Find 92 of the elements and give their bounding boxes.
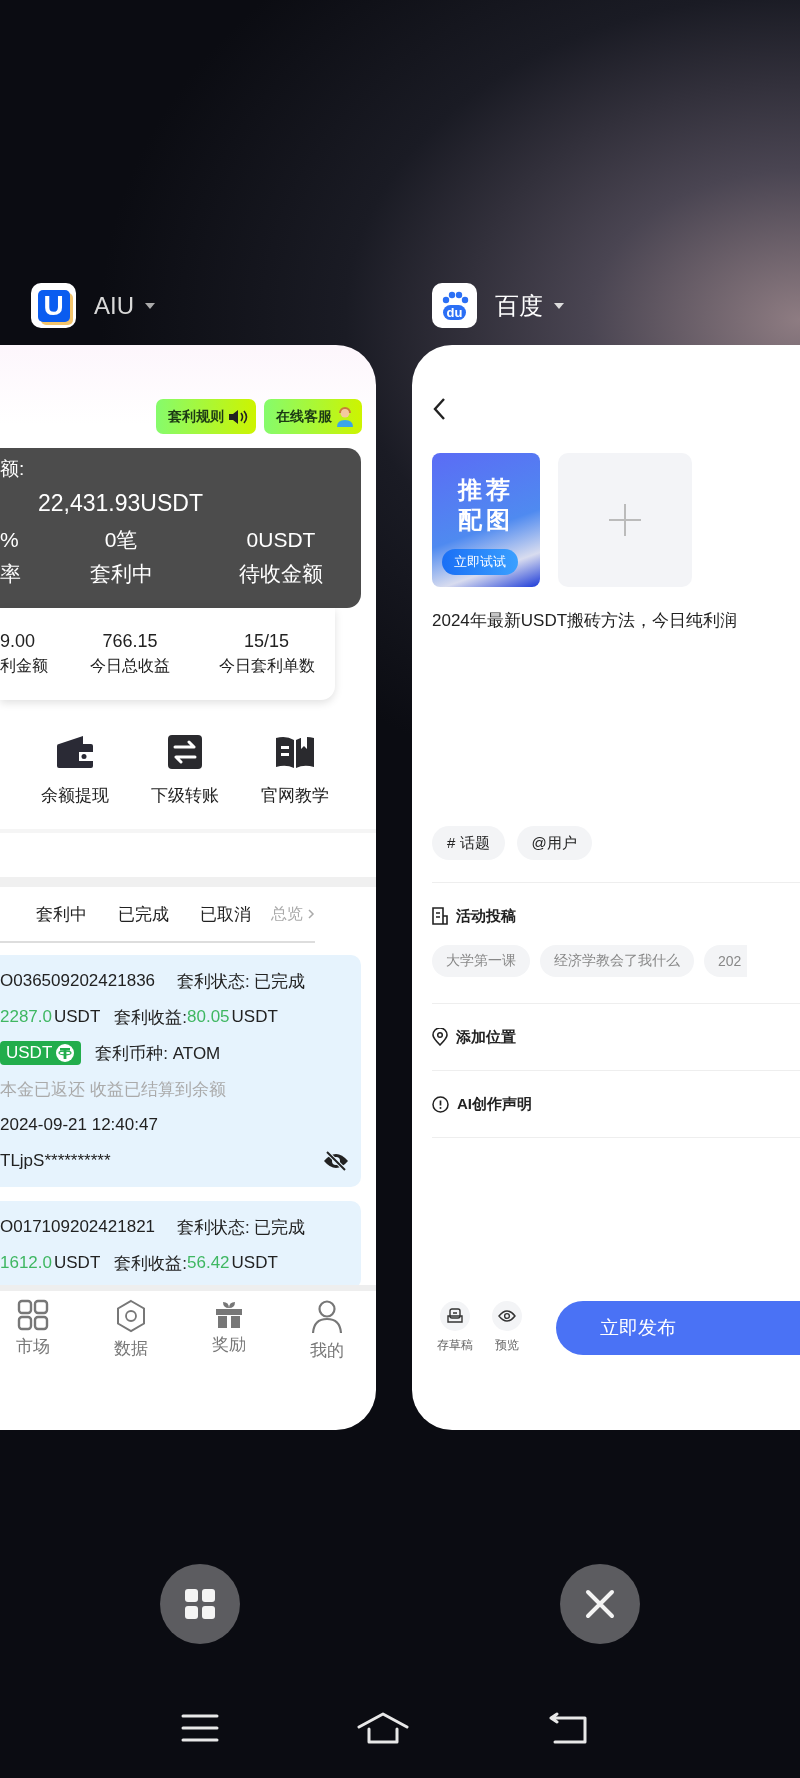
action-label[interactable]: 下级转账: [151, 784, 219, 807]
option-label[interactable]: AI创作声明: [457, 1094, 532, 1114]
header-button[interactable]: 在线客服: [264, 399, 362, 434]
option-label[interactable]: 添加位置: [456, 1027, 516, 1047]
app-preview-card[interactable]: 推荐 配图 立即试试 2024年最新USDT搬砖方法，今日纯利润 # 话题 @用户 活动投稿 大学第一课 经济学教会了我什么 202 添加位置 AI创作声明 存草稿 预览 立即发布: [412, 345, 800, 1430]
insert-chip[interactable]: # 话题: [432, 826, 505, 860]
speaker-icon: [228, 408, 248, 425]
app-logo-icon[interactable]: du: [432, 283, 477, 328]
grid-icon: [17, 1299, 49, 1331]
option-label[interactable]: 活动投稿: [456, 906, 516, 926]
tab[interactable]: 已取消: [184, 902, 267, 926]
stat-value: %: [0, 527, 19, 553]
app-preview-card[interactable]: [0, 345, 376, 1430]
transfer-icon[interactable]: [167, 734, 203, 770]
tab[interactable]: 已完成: [102, 902, 185, 926]
wallet-icon[interactable]: [55, 734, 95, 770]
coin-type: 套利币种: ATOM: [95, 1042, 221, 1065]
tile-title: 推荐 配图: [458, 475, 514, 535]
profit-label: 套利收益:: [114, 1006, 187, 1029]
preview-button[interactable]: [492, 1301, 522, 1331]
stat-label: 待收金额: [239, 561, 323, 587]
tab[interactable]: 套利中: [20, 902, 103, 926]
publish-button[interactable]: 立即发布: [556, 1300, 800, 1355]
amount-value: 2287.0: [0, 1007, 52, 1027]
order-number: O036509202421836: [0, 971, 156, 991]
order-card[interactable]: O036509202421836 套利状态: 已完成 2287.0USDT 套利收益:80.05USDT USDT 套利币种: ATOM 本金已返还 收益已结算到余额 2024-09-21 12:40:47 TLjpS**********: [0, 955, 361, 1187]
header-button[interactable]: 套利规则: [156, 399, 256, 434]
try-button[interactable]: 立即试试: [442, 549, 518, 575]
amount-unit: USDT: [54, 1253, 101, 1273]
menu-icon[interactable]: [181, 1713, 219, 1743]
order-time: 2024-09-21 12:40:47: [0, 1115, 158, 1135]
back-icon[interactable]: [432, 397, 446, 421]
user-icon: [311, 1299, 343, 1335]
stat-value: 9.00: [0, 631, 36, 652]
gift-icon: [214, 1299, 244, 1329]
stat-value: 766.15: [102, 631, 158, 652]
tool-label[interactable]: 存草稿: [437, 1337, 473, 1354]
document-icon: [432, 907, 448, 925]
order-card[interactable]: O017109202421821 套利状态: 已完成 1612.0USDT 套利收益:56.42USDT: [0, 1201, 361, 1285]
order-number: O017109202421821: [0, 1217, 156, 1237]
action-label[interactable]: 余额提现: [41, 784, 109, 807]
profit-label: 套利收益:: [114, 1252, 187, 1275]
stat-value: 0笔: [104, 527, 138, 553]
info-icon: [432, 1095, 449, 1113]
caret-icon[interactable]: [553, 301, 565, 310]
profit-value: 80.05: [187, 1007, 230, 1027]
close-icon: [585, 1589, 615, 1619]
stat-label: 率: [0, 561, 21, 587]
caret-icon[interactable]: [144, 301, 156, 310]
book-icon[interactable]: [274, 734, 316, 770]
app-logo-icon[interactable]: U: [31, 283, 76, 328]
wallet-address: TLjpS**********: [0, 1151, 111, 1171]
profit-unit: USDT: [231, 1007, 278, 1027]
draft-button[interactable]: [440, 1301, 470, 1331]
chevron-icon: [307, 908, 315, 920]
tool-label[interactable]: 预览: [495, 1337, 519, 1354]
stat-value: 15/15: [243, 631, 289, 652]
nav-item[interactable]: 数据: [82, 1299, 180, 1369]
action-label[interactable]: 官网教学: [261, 784, 329, 807]
stat-label: 今日套利单数: [218, 656, 315, 676]
stat-label: 利金额: [0, 656, 48, 676]
hexagon-icon: [115, 1299, 147, 1333]
profit-unit: USDT: [231, 1253, 278, 1273]
amount-unit: USDT: [54, 1007, 101, 1027]
amount-value: 1612.0: [0, 1253, 52, 1273]
hidden-eye-icon[interactable]: [323, 1151, 349, 1171]
nav-item[interactable]: 市场: [0, 1299, 82, 1369]
coin-badge: USDT: [0, 1041, 82, 1065]
insert-chip[interactable]: @用户: [516, 826, 592, 860]
plus-icon: [607, 502, 643, 538]
tray-icon: [447, 1308, 463, 1324]
nav-item[interactable]: 我的: [278, 1299, 376, 1369]
grid-icon: [184, 1588, 216, 1620]
post-title[interactable]: 2024年最新USDT搬砖方法，今日纯利润: [432, 609, 800, 632]
stat-label: 套利中: [89, 561, 153, 587]
order-status: 套利状态: 已完成: [177, 970, 306, 993]
nav-item[interactable]: 奖励: [180, 1299, 278, 1369]
balance-amount: 22,431.93USDT: [37, 490, 203, 517]
app-name[interactable]: 百度: [495, 289, 543, 322]
order-note: 本金已返还 收益已结算到余额: [0, 1078, 226, 1101]
stat-label: 今日总收益: [90, 656, 170, 676]
home-icon[interactable]: [357, 1712, 409, 1744]
stat-value: 0USDT: [246, 527, 316, 553]
agent-icon: [336, 406, 354, 427]
profit-value: 56.42: [187, 1253, 230, 1273]
eye-icon: [498, 1310, 516, 1322]
app-name[interactable]: AIU: [94, 291, 134, 320]
suggested-image-tile[interactable]: 推荐 配图 立即试试: [432, 453, 540, 587]
order-status: 套利状态: 已完成: [177, 1216, 306, 1239]
balance-label: 额:: [0, 457, 25, 481]
location-icon: [432, 1028, 448, 1046]
back-icon[interactable]: [547, 1712, 589, 1744]
